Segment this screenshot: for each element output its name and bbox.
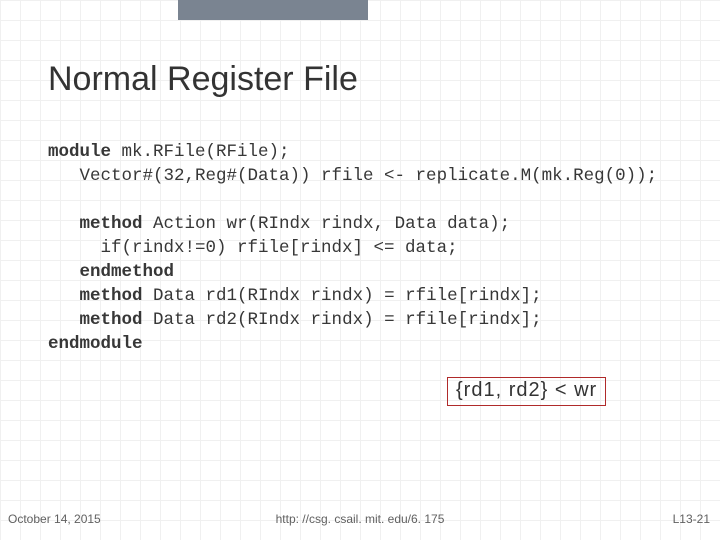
code-text: Vector#(32,Reg#(Data)) rfile <- replicat… [48,166,657,186]
kw-method: method [80,214,143,234]
top-accent-bar [178,0,368,20]
code-indent [48,214,80,234]
kw-endmodule: endmodule [48,334,143,354]
code-indent [48,310,80,330]
code-block: module mk.RFile(RFile); Vector#(32,Reg#(… [48,140,657,356]
kw-method: method [80,310,143,330]
code-text: Data rd2(RIndx rindx) = rfile[rindx]; [143,310,542,330]
footer-url: http: //csg. csail. mit. edu/6. 175 [276,512,445,526]
kw-endmethod: endmethod [80,262,175,282]
slide-title: Normal Register File [48,60,358,99]
code-indent [48,262,80,282]
kw-module: module [48,142,111,162]
code-text: Data rd1(RIndx rindx) = rfile[rindx]; [143,286,542,306]
footer-slide-number: L13-21 [673,512,710,526]
kw-method: method [80,286,143,306]
code-text: mk.RFile(RFile); [111,142,290,162]
code-text: Action wr(RIndx rindx, Data data); [143,214,511,234]
footer-date: October 14, 2015 [8,512,101,526]
scheduling-annotation: {rd1, rd2} < wr [447,377,606,406]
code-indent [48,286,80,306]
code-text: if(rindx!=0) rfile[rindx] <= data; [48,238,458,258]
